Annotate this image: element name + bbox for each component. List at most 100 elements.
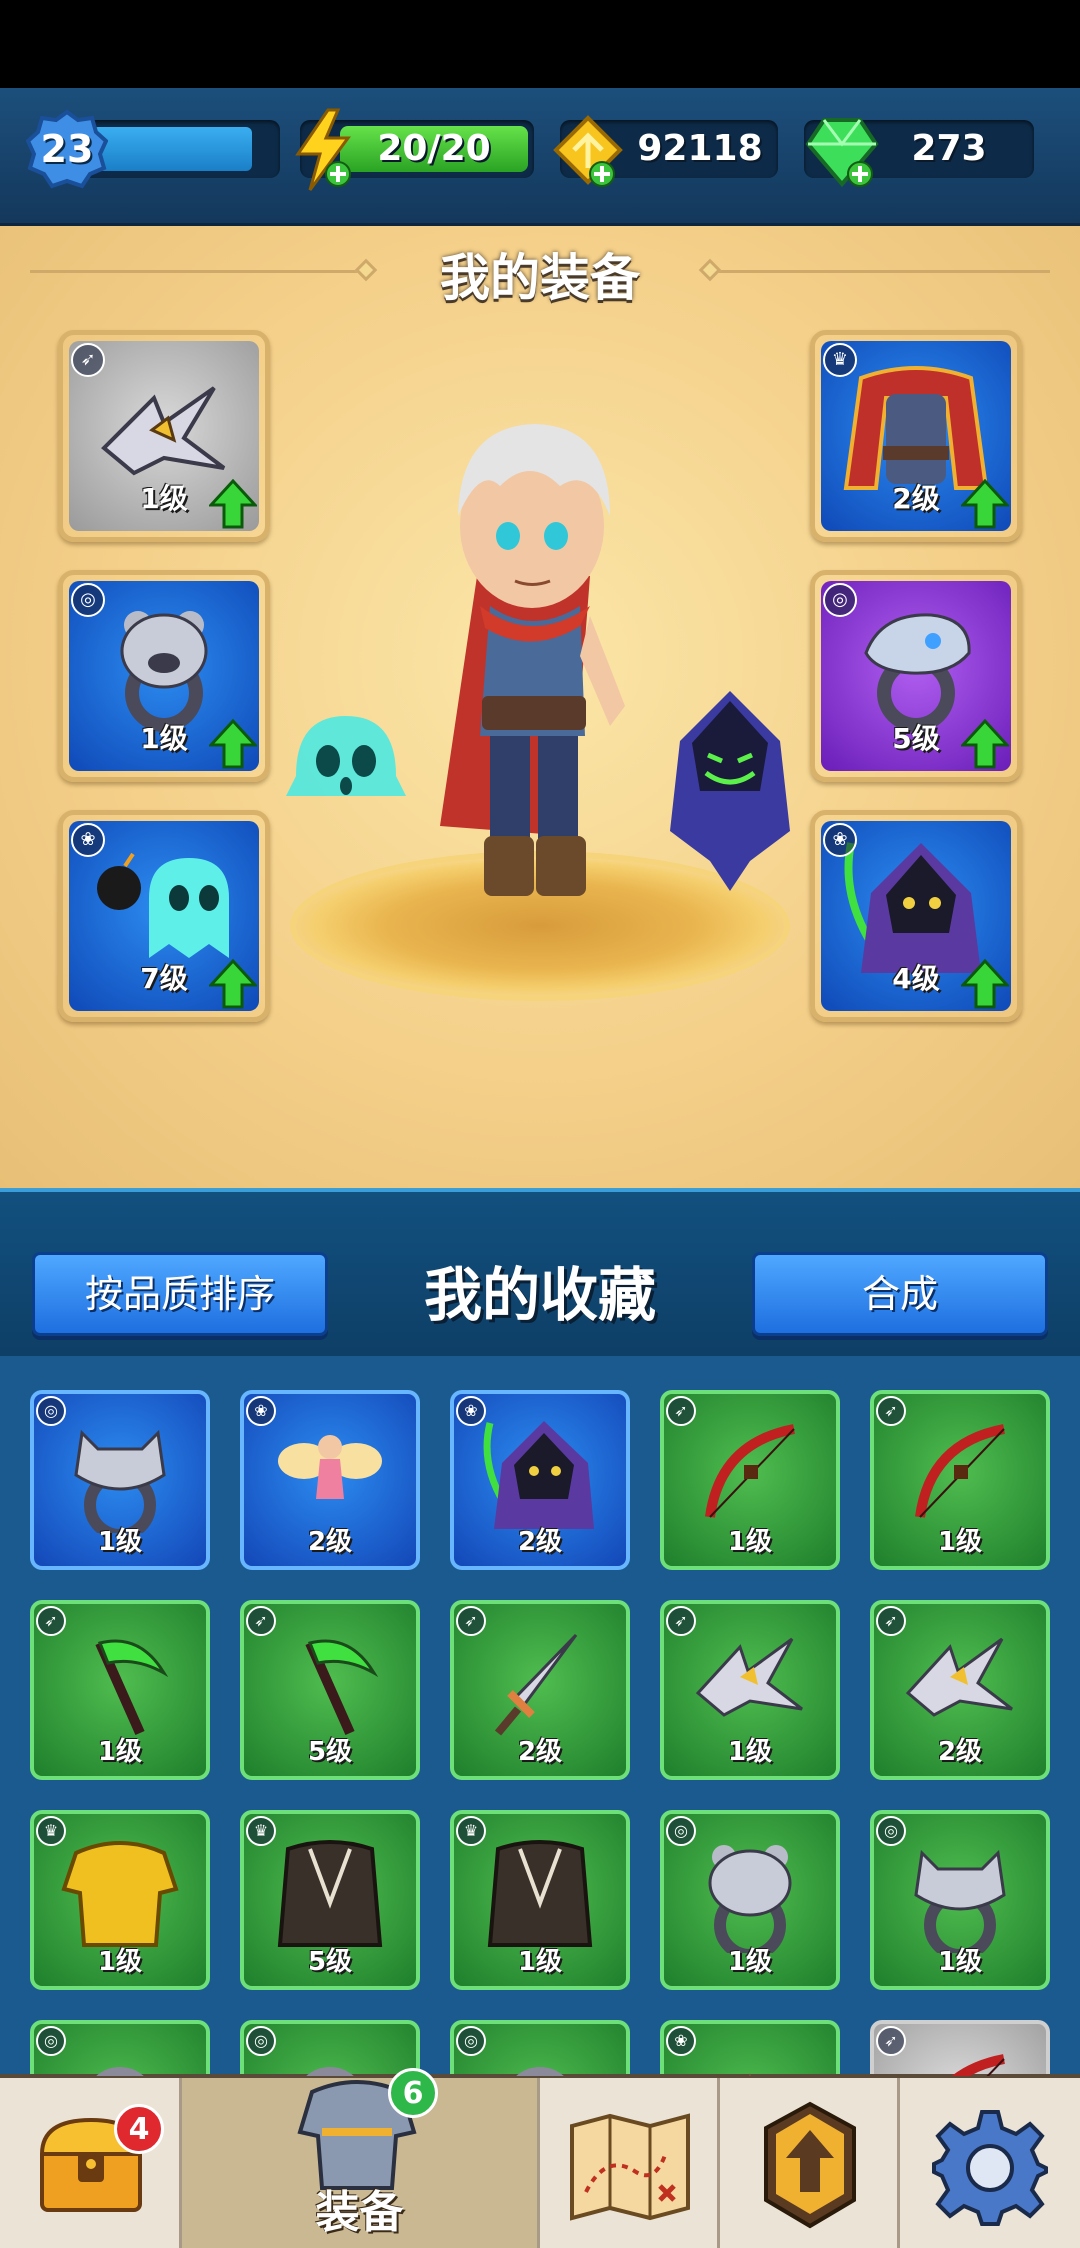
collection-grid: ◎ 1级 ❀ 2级 ❀ 2级 ➶ 1级 ➶ 1级 ➶ 1级 ➶ 5级 ➶ 2级 ➶ 1级 ➶ 2级 ♛ 1级 ♛ 5级 ♛ 1级 ◎… bbox=[0, 1356, 1080, 2076]
card-level: 2级 bbox=[517, 1527, 563, 1557]
card-level: 1级 bbox=[727, 1947, 773, 1977]
bow-icon bbox=[951, 2053, 1005, 2076]
collection-card[interactable]: ➶ 1级 bbox=[30, 1600, 210, 1780]
equip-slot-pet[interactable]: ❀ 7级 bbox=[58, 810, 270, 1022]
energy-value: 20/20 bbox=[377, 128, 491, 169]
card-level: 1级 bbox=[517, 1947, 563, 1977]
card-level: 2级 bbox=[517, 1737, 563, 1767]
boomerang-icon bbox=[695, 1637, 803, 1717]
ring-category-icon: ◎ bbox=[71, 583, 105, 617]
gems-value: 273 bbox=[911, 128, 987, 169]
nav-tab-shop[interactable]: 4 bbox=[0, 2078, 182, 2248]
ghost-pet-companion bbox=[286, 716, 406, 796]
card-level: 1级 bbox=[97, 1737, 143, 1767]
status-bar-area bbox=[0, 0, 1080, 88]
bow-icon bbox=[915, 1423, 1005, 1518]
collection-card[interactable]: ➶ 5级 bbox=[240, 1600, 420, 1780]
card-level: 2级 bbox=[937, 1737, 983, 1767]
weapon-category-icon: ➶ bbox=[666, 1396, 696, 1426]
collection-card[interactable]: ◎ 1级 bbox=[870, 1810, 1050, 1990]
equip-slot-pet-2[interactable]: ❀ 4级 bbox=[810, 810, 1022, 1022]
card-level: 1级 bbox=[97, 1527, 143, 1557]
equipment-badge: 6 bbox=[388, 2068, 438, 2118]
collection-card[interactable]: ❀ 2级 bbox=[240, 1390, 420, 1570]
upgrade-arrow-icon bbox=[961, 479, 1009, 529]
bear-ring-icon bbox=[120, 610, 208, 732]
collection-card[interactable]: ❀ bbox=[660, 2020, 840, 2076]
collection-card[interactable]: ◎ 1级 bbox=[660, 1810, 840, 1990]
ghost-bomb-pet-icon bbox=[97, 852, 229, 958]
equip-slot-ring[interactable]: ◎ 1级 bbox=[58, 570, 270, 782]
nav-equipment-label: 装备 bbox=[315, 2187, 404, 2238]
armor-category-icon: ♛ bbox=[36, 1816, 66, 1846]
collection-card[interactable]: ◎ 1级 bbox=[30, 1390, 210, 1570]
pet-icon bbox=[749, 2072, 751, 2076]
player-level: 23 bbox=[40, 127, 94, 171]
card-level: 1级 bbox=[97, 1947, 143, 1977]
card-level: 5级 bbox=[307, 1947, 353, 1977]
collection-card[interactable]: ♛ 1级 bbox=[450, 1810, 630, 1990]
card-level: 2级 bbox=[307, 1527, 353, 1557]
collection-card[interactable]: ➶ 2级 bbox=[870, 1600, 1050, 1780]
ring-category-icon: ◎ bbox=[456, 2026, 486, 2056]
nav-tab-equipment[interactable]: 6 装备 bbox=[182, 2068, 540, 2248]
weapon-category-icon: ➶ bbox=[246, 1606, 276, 1636]
nav-tab-upgrade[interactable] bbox=[720, 2078, 900, 2248]
card-level: 1级 bbox=[937, 1947, 983, 1977]
weapon-category-icon: ➶ bbox=[876, 1606, 906, 1636]
ring-icon bbox=[95, 2066, 145, 2076]
upgrade-arrow-icon bbox=[209, 479, 257, 529]
card-level: 1级 bbox=[727, 1737, 773, 1767]
shop-badge: 4 bbox=[114, 2104, 164, 2154]
bow-icon bbox=[705, 1423, 795, 1518]
merge-button[interactable]: 合成 bbox=[752, 1252, 1048, 1336]
ring-icon bbox=[305, 2066, 355, 2076]
collection-card[interactable]: ➶ 1级 bbox=[660, 1600, 840, 1780]
armor-category-icon: ♛ bbox=[456, 1816, 486, 1846]
upgrade-arrow-icon bbox=[961, 959, 1009, 1009]
nav-tab-settings[interactable] bbox=[900, 2078, 1080, 2248]
resource-bar: 23 20/20 92118 273 bbox=[0, 88, 1080, 226]
xp-bar bbox=[92, 127, 252, 171]
serpent-ring-icon bbox=[864, 613, 971, 732]
collection-card[interactable]: ➶ 2级 bbox=[450, 1600, 630, 1780]
collection-card[interactable]: ◎ bbox=[450, 2020, 630, 2076]
equip-slot-weapon[interactable]: ➶ 1级 bbox=[58, 330, 270, 542]
ring-category-icon: ◎ bbox=[666, 1816, 696, 1846]
collection-card[interactable]: ◎ bbox=[240, 2020, 420, 2076]
collection-card[interactable]: ➶ 1级 bbox=[660, 1390, 840, 1570]
nav-tab-map[interactable] bbox=[540, 2078, 720, 2248]
ring-category-icon: ◎ bbox=[876, 1816, 906, 1846]
ring-category-icon: ◎ bbox=[823, 583, 857, 617]
reaper-pet-companion bbox=[670, 691, 790, 891]
collection-header: 按品质排序 我的收藏 合成 bbox=[0, 1188, 1080, 1356]
card-level: 5级 bbox=[307, 1737, 353, 1767]
weapon-category-icon: ➶ bbox=[456, 1606, 486, 1636]
dark-vest-icon bbox=[487, 1839, 593, 1947]
equip-slot-ring-2[interactable]: ◎ 5级 bbox=[810, 570, 1022, 782]
wolf-ring-icon bbox=[74, 1429, 166, 1533]
collection-card[interactable]: ♛ 1级 bbox=[30, 1810, 210, 1990]
armor-category-icon: ♛ bbox=[246, 1816, 276, 1846]
coin-icon bbox=[553, 115, 623, 187]
weapon-category-icon: ➶ bbox=[876, 2026, 906, 2056]
reaper-icon bbox=[483, 1420, 594, 1529]
equipment-title: 我的装备 bbox=[440, 249, 640, 307]
collection-card[interactable]: ➶ bbox=[870, 2020, 1050, 2076]
upgrade-arrow-icon bbox=[209, 959, 257, 1009]
upgrade-arrow-icon bbox=[209, 719, 257, 769]
collection-card[interactable]: ♛ 5级 bbox=[240, 1810, 420, 1990]
collection-card[interactable]: ➶ 1级 bbox=[870, 1390, 1050, 1570]
pet-category-icon: ❀ bbox=[666, 2026, 696, 2056]
wolf-ring-icon bbox=[914, 1849, 1006, 1953]
hero-character[interactable] bbox=[420, 406, 650, 936]
scythe-icon bbox=[305, 1639, 379, 1735]
fairy-icon bbox=[278, 1434, 382, 1499]
collection-card[interactable]: ◎ bbox=[30, 2020, 210, 2076]
collection-card[interactable]: ❀ 2级 bbox=[450, 1390, 630, 1570]
weapon-category-icon: ➶ bbox=[876, 1396, 906, 1426]
boomerang-icon bbox=[101, 386, 226, 476]
coins-value: 92118 bbox=[637, 128, 763, 169]
equip-slot-armor[interactable]: ♛ 2级 bbox=[810, 330, 1022, 542]
ring-category-icon: ◎ bbox=[246, 2026, 276, 2056]
